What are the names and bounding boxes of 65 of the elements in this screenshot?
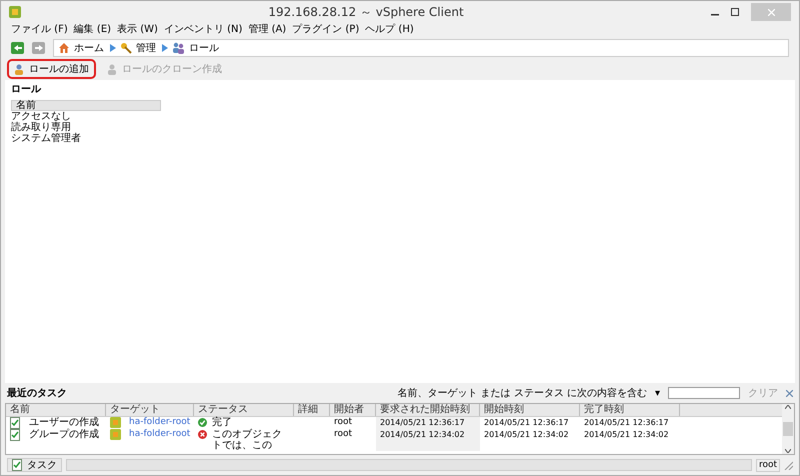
table-cell: 2014/05/21 12:36:17 (376, 417, 480, 429)
role-row[interactable]: アクセスなし (11, 111, 789, 122)
menu-item[interactable]: プラグイン (P) (292, 22, 360, 37)
filter-label[interactable]: 名前、ターゲット または ステータス に次の内容を含む (397, 386, 647, 400)
task-icon (10, 429, 21, 441)
panel-title: ロール (11, 83, 42, 97)
arrow-icon (162, 44, 168, 52)
scroll-up-icon[interactable] (785, 405, 791, 409)
column-header[interactable]: ターゲット (106, 404, 194, 416)
forward-button[interactable] (32, 42, 45, 54)
menu-item[interactable]: ファイル (F) (11, 22, 68, 37)
menu-item[interactable]: 編集 (E) (74, 22, 112, 37)
breadcrumb-item[interactable]: 管理 (136, 40, 156, 56)
dropdown-arrow[interactable]: ▾ (654, 386, 660, 400)
table-cell-text: root (333, 417, 354, 429)
breadcrumb-item[interactable]: ホーム (74, 40, 104, 56)
menu-item[interactable]: インベントリ (N) (164, 22, 242, 37)
section-title: 最近のタスク (7, 386, 68, 400)
key-icon (120, 42, 132, 54)
table-cell-text: 2014/05/21 12:36:17 (583, 417, 670, 429)
task-icon (10, 417, 21, 429)
column-header[interactable]: 開始者 (330, 404, 376, 416)
resize-grip-icon[interactable] (784, 460, 793, 470)
column-header[interactable]: 名前 (6, 404, 106, 416)
scrollbar[interactable] (782, 404, 794, 454)
role-row[interactable]: 読み取り専用 (11, 122, 789, 133)
table-cell-text: 2014/05/21 12:34:02 (483, 429, 570, 441)
table-cell: グループの作成 (29, 429, 99, 440)
task-icon (12, 459, 23, 471)
close-icon[interactable] (786, 390, 793, 396)
user-label: root (756, 458, 780, 472)
role-row[interactable]: システム管理者 (11, 133, 789, 144)
arrow-icon (110, 44, 116, 52)
table-cell-text: 完了 (212, 417, 233, 428)
menu-item[interactable]: 管理 (A) (248, 22, 286, 37)
table-cell: 2014/05/21 12:34:02 (376, 429, 480, 451)
menu-item[interactable]: 表示 (W) (117, 22, 158, 37)
table-cell: ユーザーの作成 (29, 417, 99, 428)
toolbar-button[interactable]: ロールの追加 (7, 59, 96, 79)
scroll-down-icon[interactable] (785, 449, 791, 453)
table-cell-text: root (333, 429, 354, 441)
filter-field[interactable] (668, 387, 740, 399)
column-header[interactable]: 詳細 (294, 404, 330, 416)
role-icon (14, 63, 25, 75)
table-cell-text: 2014/05/21 12:36:17 (483, 417, 570, 429)
target-link[interactable]: ha-folder-root (129, 429, 190, 440)
menu-item[interactable]: ヘルプ (H) (365, 22, 414, 37)
window-title: 192.168.28.12 ～ vSphere Client (267, 4, 465, 21)
house-icon (58, 42, 70, 54)
target-link[interactable]: ha-folder-root (129, 417, 190, 428)
table-cell-text: 2014/05/21 12:34:02 (583, 429, 670, 441)
table-cell-text: このオブジェクトでは、この (212, 429, 283, 451)
tasks-button[interactable]: タスク (7, 458, 62, 472)
back-arrow-icon (14, 45, 22, 51)
column-header[interactable]: ステータス (194, 404, 294, 416)
scroll-thumb[interactable] (783, 422, 793, 436)
maximize-icon[interactable] (731, 8, 739, 16)
role-icon (107, 63, 118, 75)
breadcrumb-item[interactable]: ロール (189, 40, 219, 56)
app-icon (9, 6, 21, 18)
people-icon (172, 42, 185, 54)
close-icon (768, 8, 774, 16)
forward-arrow-icon (34, 45, 42, 51)
column-header[interactable]: 名前 (11, 100, 161, 111)
back-button[interactable] (11, 42, 24, 54)
